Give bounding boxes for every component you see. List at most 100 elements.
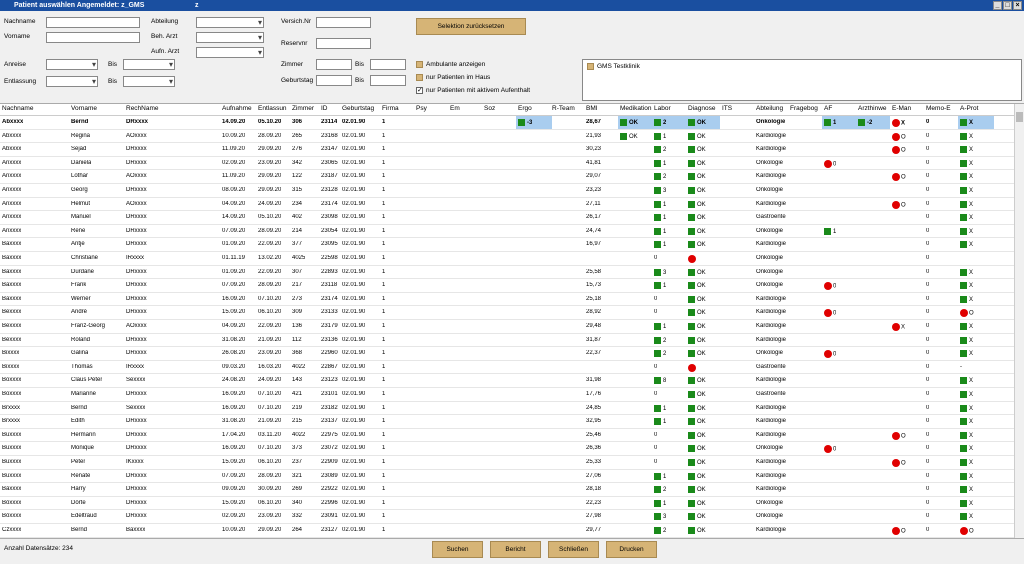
- table-row[interactable]: Anxxxx Georg DRxxxx 08.09.20 29.09.20 315 2312…: [0, 184, 1014, 198]
- clinic-list[interactable]: GMS Testklinik: [582, 59, 1022, 101]
- column-header[interactable]: Medikation: [620, 105, 653, 112]
- table-row[interactable]: Baxxxx Durdane DRxxxx 01.09.20 22.09.20 307 22…: [0, 266, 1014, 280]
- zimmer-to-input[interactable]: [370, 59, 406, 70]
- nur-haus-checkbox[interactable]: [416, 74, 423, 81]
- table-row[interactable]: Brxxxx Bernd Sexxxx 16.09.20 07.10.20 219 2318…: [0, 402, 1014, 416]
- table-row[interactable]: Anxxxx Helmut AOxxxx 04.09.20 24.09.20 234 231…: [0, 198, 1014, 212]
- search-button[interactable]: Suchen: [432, 541, 483, 558]
- close-icon[interactable]: ×: [1013, 1, 1022, 10]
- cell-geburtstag: 02.01.90: [342, 363, 366, 370]
- aufn-arzt-select[interactable]: [196, 47, 264, 58]
- vertical-scrollbar[interactable]: [1014, 104, 1024, 538]
- column-header[interactable]: A-Prot: [960, 105, 993, 112]
- zimmer-from-input[interactable]: [316, 59, 352, 70]
- cell-bmi: 28,18: [586, 486, 602, 493]
- column-header[interactable]: Psy: [416, 105, 449, 112]
- table-row[interactable]: Boxxxx Claus Peter Sexxxx 24.08.20 24.09.20 1…: [0, 374, 1014, 388]
- table-row[interactable]: Baxxxx Werner DRxxxx 16.09.20 07.10.20 273 231…: [0, 293, 1014, 307]
- anreise-to-select[interactable]: [123, 59, 175, 70]
- table-row[interactable]: Boxxxx Marianne DRxxxx 16.09.20 07.10.20 421 2…: [0, 388, 1014, 402]
- column-header[interactable]: Labor: [654, 105, 687, 112]
- column-header[interactable]: Aufnahme: [222, 105, 257, 112]
- table-row[interactable]: Bexxxx Roland DRxxxx 31.08.20 21.09.20 112 231…: [0, 334, 1014, 348]
- cell-firma: 1: [382, 282, 386, 289]
- column-header[interactable]: BMI: [586, 105, 619, 112]
- reset-selection-button[interactable]: Selektion zurücksetzen: [416, 18, 526, 35]
- column-header[interactable]: Soz: [484, 105, 517, 112]
- geburtstag-from-input[interactable]: [316, 75, 352, 86]
- cell-abteilung: Kardiologie: [756, 418, 787, 425]
- column-header[interactable]: R-Team: [552, 105, 585, 112]
- table-row[interactable]: Bexxxx Franz-Georg AOxxxx 04.09.20 22.09.20 1…: [0, 320, 1014, 334]
- column-header[interactable]: Memo-E: [926, 105, 959, 112]
- table-row[interactable]: Buxxxx Peter IKxxxx 15.09.20 06.10.20 237 2290…: [0, 456, 1014, 470]
- table-row[interactable]: Brxxxx Edith DRxxxx 31.08.20 21.09.20 215 2313…: [0, 415, 1014, 429]
- table-row[interactable]: Böxxxx Edeltraud DRxxxx 02.09.20 23.09.20 332…: [0, 510, 1014, 524]
- table-row[interactable]: Anxxxx Lothar AOxxxx 11.09.20 29.09.20 122 231…: [0, 170, 1014, 184]
- patient-table[interactable]: Nachname Vorname RechName Aufnahme Entlassun…: [0, 104, 1014, 538]
- column-header[interactable]: Abteilung: [756, 105, 789, 112]
- column-header[interactable]: Ergo: [518, 105, 551, 112]
- column-header[interactable]: Firma: [382, 105, 415, 112]
- versich-input[interactable]: [316, 17, 371, 28]
- geburtstag-to-input[interactable]: [370, 75, 406, 86]
- column-header[interactable]: Diagnose: [688, 105, 721, 112]
- table-row[interactable]: Bixxxx Thomas IRxxxx 09.03.20 16.03.20 4022 22…: [0, 361, 1014, 375]
- table-row[interactable]: Baxxxx Frank DRxxxx 07.09.20 28.09.20 217 2311…: [0, 279, 1014, 293]
- cell-zimmer: 217: [292, 282, 303, 289]
- table-row[interactable]: Anxxxx Rene DRxxxx 07.09.20 28.09.20 214 23054…: [0, 225, 1014, 239]
- entlassung-to-select[interactable]: [123, 76, 175, 87]
- column-header[interactable]: Fragebog: [790, 105, 823, 112]
- table-row[interactable]: Bäxxxx Harry DRxxxx 09.09.20 30.09.20 269 2292…: [0, 483, 1014, 497]
- reservnr-input[interactable]: [316, 38, 371, 49]
- column-header[interactable]: Nachname: [2, 105, 70, 112]
- nur-aktiv-checkbox[interactable]: [416, 86, 423, 94]
- table-row[interactable]: Buxxxx Hermann DRxxxx 17.04.20 03.11.20 4022 2…: [0, 429, 1014, 443]
- table-row[interactable]: Baxxxx Christiane IRxxxx 01.11.19 13.02.20 40…: [0, 252, 1014, 266]
- table-row[interactable]: Czxxxx Bernd Baxxxx 10.09.20 29.09.20 264 2312…: [0, 524, 1014, 538]
- column-header[interactable]: Zimmer: [292, 105, 320, 112]
- column-header[interactable]: E-Man: [892, 105, 925, 112]
- table-row[interactable]: Abxxxx Regina AOxxxx 10.09.20 28.09.20 265 231…: [0, 130, 1014, 144]
- cell-vorname: Christiane: [71, 255, 99, 261]
- ambulante-checkbox[interactable]: [416, 61, 423, 68]
- column-header[interactable]: Geburtstag: [342, 105, 381, 112]
- table-row[interactable]: Bixxxx Galina DRxxxx 26.08.20 23.09.20 368 229…: [0, 347, 1014, 361]
- column-header[interactable]: ID: [321, 105, 341, 112]
- cell-id: 23174: [321, 200, 338, 207]
- column-header[interactable]: Arzthinwe: [858, 105, 891, 112]
- anreise-from-select[interactable]: [46, 59, 98, 70]
- column-header[interactable]: Entlassun: [258, 105, 291, 112]
- green-status-icon: [960, 459, 967, 466]
- report-button[interactable]: Bericht: [490, 541, 541, 558]
- column-header[interactable]: RechName: [126, 105, 221, 112]
- table-row[interactable]: Böxxxx Dörte DRxxxx 15.09.20 06.10.20 340 2299…: [0, 497, 1014, 511]
- scrollbar-thumb[interactable]: [1016, 112, 1023, 122]
- entlassung-from-select[interactable]: [46, 76, 98, 87]
- table-row[interactable]: Baxxxx Antje DRxxxx 01.09.20 22.09.20 377 2309…: [0, 238, 1014, 252]
- column-header[interactable]: Em: [450, 105, 483, 112]
- column-header[interactable]: AF: [824, 105, 857, 112]
- print-button[interactable]: Drucken: [606, 541, 657, 558]
- close-button[interactable]: Schließen: [548, 541, 599, 558]
- table-row[interactable]: Anxxxx Manuel DRxxxx 14.09.20 05.10.20 402 230…: [0, 211, 1014, 225]
- maximize-icon[interactable]: □: [1003, 1, 1012, 10]
- table-row[interactable]: Abxxxx Sejad DRxxxx 11.09.20 29.09.20 276 2314…: [0, 143, 1014, 157]
- table-row[interactable]: Buxxxx Monique DRxxxx 16.09.20 07.10.20 373 23…: [0, 442, 1014, 456]
- vorname-input[interactable]: [46, 32, 140, 43]
- beh-arzt-select[interactable]: [196, 32, 264, 43]
- cell-bmi: 29,07: [586, 173, 602, 180]
- cell-memo: 0: [926, 132, 930, 139]
- minimize-icon[interactable]: _: [993, 1, 1002, 10]
- abteilung-select[interactable]: [196, 17, 264, 28]
- cell-vorname: Edith: [71, 418, 85, 425]
- nachname-input[interactable]: [46, 17, 140, 28]
- cell-aufnahme: 04.09.20: [222, 200, 246, 207]
- table-row[interactable]: Bexxxx André DRxxxx 15.09.20 06.10.20 309 2313…: [0, 306, 1014, 320]
- clinic-checkbox[interactable]: [587, 63, 594, 70]
- column-header[interactable]: ITS: [722, 105, 755, 112]
- table-row[interactable]: Anxxxx Daniela DRxxxx 02.09.20 23.09.20 342 23…: [0, 157, 1014, 171]
- table-row[interactable]: Abxxxx Bernd DRxxxx 14.09.20 05.10.20 306 2311…: [0, 116, 1014, 130]
- table-row[interactable]: Buxxxx Renate DRxxxx 07.09.20 28.09.20 321 230…: [0, 470, 1014, 484]
- column-header[interactable]: Vorname: [71, 105, 125, 112]
